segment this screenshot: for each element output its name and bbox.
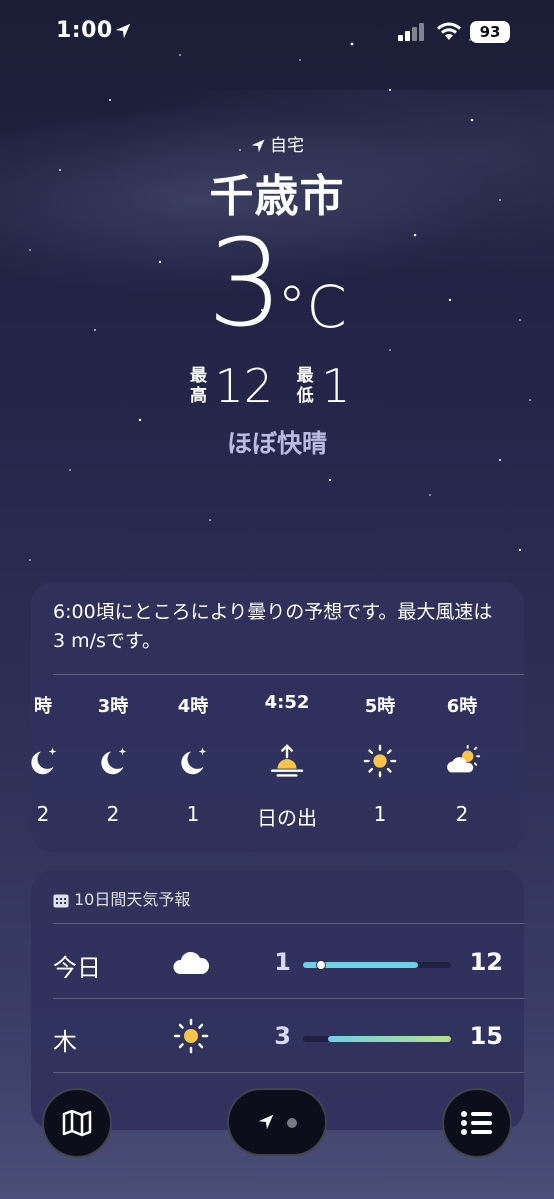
day-name: 木 <box>53 1028 77 1056</box>
hour-value: 2 <box>455 802 469 826</box>
battery-indicator: 93 <box>470 21 510 43</box>
hour-label: 6時 <box>446 696 478 717</box>
sunrise-icon <box>270 744 304 777</box>
page-dot <box>287 1118 297 1128</box>
day-name: 今日 <box>53 954 101 982</box>
cloud-icon <box>173 951 210 974</box>
day-high: 12 <box>469 948 503 976</box>
divider <box>53 998 524 999</box>
temperature-value: 3 <box>207 215 284 354</box>
divider <box>53 923 524 924</box>
forecast-summary: 6:00頃にところにより曇りの予想です。最大風速は3 m/sです。 <box>53 601 493 652</box>
hour-label: 4:52 <box>264 692 310 713</box>
status-bar: 1:00 93 <box>0 0 554 64</box>
map-icon <box>62 1109 92 1137</box>
sun-icon <box>363 744 397 778</box>
status-time: 1:00 <box>56 18 113 43</box>
day-low: 1 <box>274 948 291 976</box>
hour-item: 5時 1 <box>340 692 420 826</box>
temp-range-fill <box>328 1036 451 1042</box>
hour-label: 4時 <box>177 696 209 717</box>
current-temperature: 3°C <box>0 215 554 355</box>
hour-item: 6時 2 <box>422 692 502 826</box>
hour-item: 4時 1 <box>153 692 233 826</box>
high-low-temps: 最高 12 最低 1 <box>0 360 554 412</box>
high-label: 最高 <box>189 366 207 406</box>
hour-label: 5時 <box>364 696 396 717</box>
hour-label: 3時 <box>97 696 129 717</box>
temp-range-bar <box>303 1036 451 1042</box>
location-arrow-icon <box>251 139 265 153</box>
temp-range-bar <box>303 960 451 970</box>
home-label-text: 自宅 <box>270 136 304 156</box>
calendar-icon <box>53 894 69 908</box>
low-label: 最低 <box>296 366 314 406</box>
cellular-signal-icon <box>398 23 424 41</box>
low-value: 1 <box>321 359 351 413</box>
moon-stars-icon <box>101 747 127 775</box>
hourly-forecast-card[interactable]: 6:00頃にところにより曇りの予想です。最大風速は3 m/sです。 時 2 3時… <box>31 582 524 852</box>
ten-day-header: 10日間天気予報 <box>53 886 190 910</box>
location-arrow-icon <box>258 1114 274 1130</box>
hour-value: 1 <box>186 802 200 826</box>
temperature-unit: °C <box>277 273 347 341</box>
location-arrow-icon <box>115 23 131 39</box>
weather-condition: ほぼ快晴 <box>226 429 327 458</box>
hour-value: 2 <box>106 802 120 826</box>
location-page-indicator[interactable] <box>227 1088 327 1156</box>
divider <box>53 674 524 675</box>
day-high: 15 <box>469 1022 503 1050</box>
ten-day-title: 10日間天気予報 <box>74 890 191 909</box>
day-row-thursday[interactable]: 木 3 15 <box>31 1000 524 1074</box>
list-icon <box>461 1111 492 1135</box>
hour-value: 日の出 <box>257 806 317 830</box>
map-button[interactable] <box>42 1088 112 1158</box>
high-value: 12 <box>214 359 274 413</box>
day-low: 3 <box>274 1022 291 1050</box>
hour-item: 3時 2 <box>73 692 153 826</box>
sun-icon <box>173 1018 209 1054</box>
day-row-today[interactable]: 今日 1 12 <box>31 926 524 1000</box>
partly-cloudy-icon <box>447 744 481 773</box>
home-location-label: 自宅 <box>0 131 554 156</box>
moon-stars-icon <box>181 747 207 775</box>
list-button[interactable] <box>442 1088 512 1158</box>
current-temp-marker <box>315 960 326 970</box>
hour-value: 1 <box>373 802 387 826</box>
wifi-icon <box>437 22 461 40</box>
moon-stars-icon <box>31 747 57 775</box>
hour-item: 4:52 日の出 <box>247 692 327 831</box>
divider <box>53 1072 524 1073</box>
